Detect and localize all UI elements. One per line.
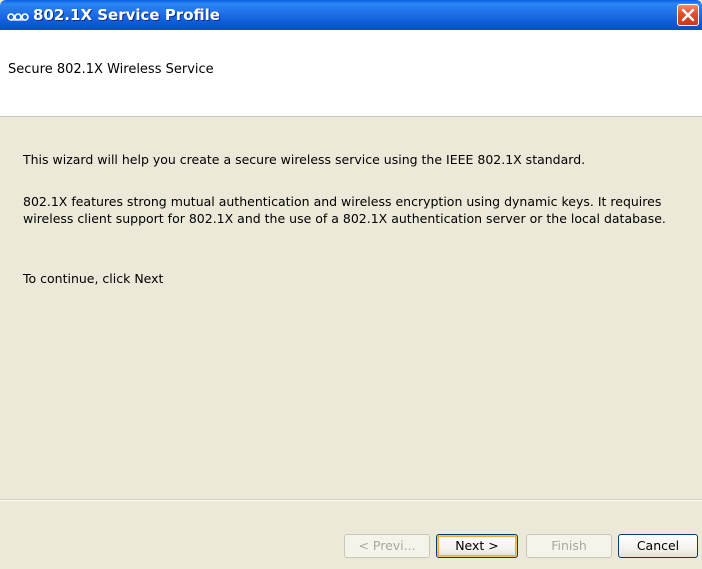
previous-button[interactable]: < Previ... (344, 534, 430, 558)
wizard-header: Secure 802.1X Wireless Service (0, 30, 702, 117)
close-icon (681, 8, 695, 22)
next-button[interactable]: Next > (436, 534, 518, 558)
close-button[interactable] (677, 4, 699, 26)
wizard-dialog: 802.1X Service Profile Secure 802.1X Wir… (0, 0, 702, 569)
continue-instruction: To continue, click Next (23, 271, 164, 286)
page-title: Secure 802.1X Wireless Service (8, 62, 214, 77)
network-link-icon (7, 9, 29, 23)
finish-button[interactable]: Finish (526, 534, 612, 558)
cancel-button[interactable]: Cancel (618, 534, 698, 558)
intro-text: This wizard will help you create a secur… (23, 152, 586, 167)
wizard-content (0, 117, 702, 499)
description-text: 802.1X features strong mutual authentica… (23, 194, 666, 226)
window-title: 802.1X Service Profile (33, 6, 220, 24)
title-bar[interactable]: 802.1X Service Profile (0, 0, 702, 30)
